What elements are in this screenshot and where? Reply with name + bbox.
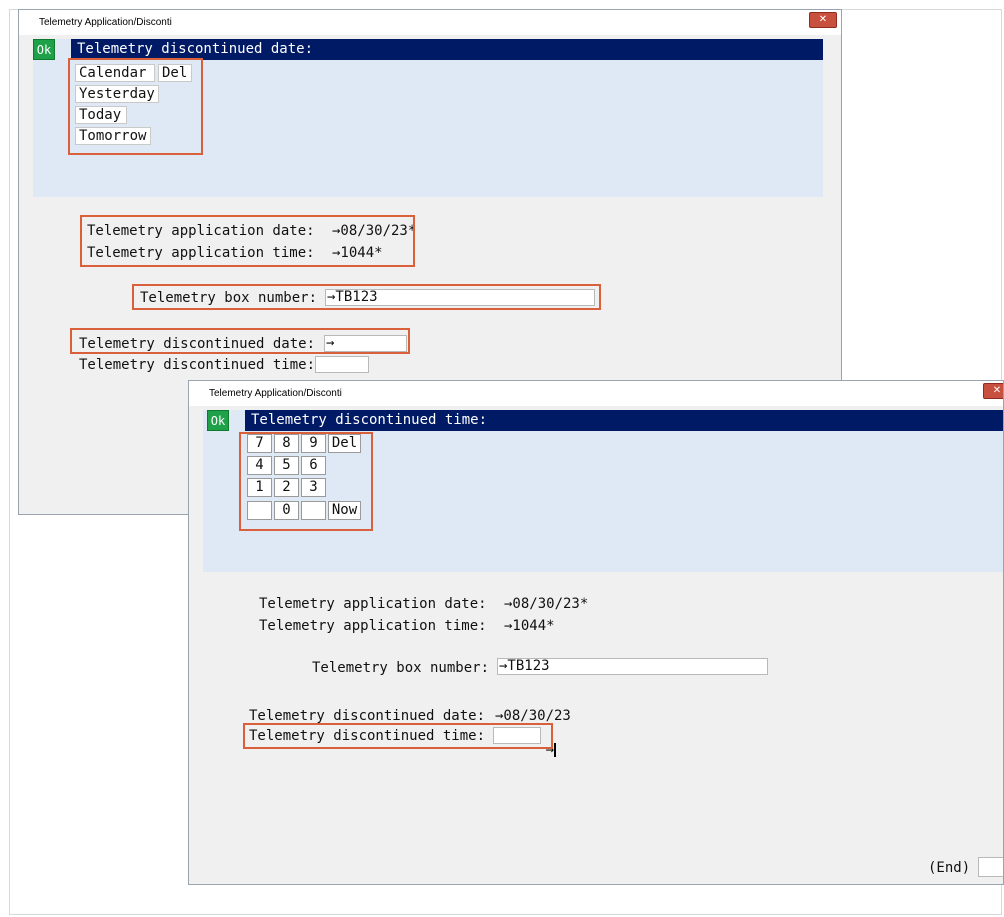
- disc-date-label: Telemetry discontinued date:: [249, 708, 486, 724]
- key-4[interactable]: 4: [247, 456, 272, 475]
- window-time-picker: Telemetry Application/Disconti ✕ Ok Tele…: [188, 380, 1004, 885]
- ok-button[interactable]: Ok: [33, 39, 55, 60]
- key-2[interactable]: 2: [274, 478, 299, 497]
- window-title: Telemetry Application/Disconti: [19, 10, 841, 35]
- close-button[interactable]: ✕: [809, 12, 837, 28]
- app-time-label: Telemetry application time:: [87, 245, 315, 261]
- disc-date-field[interactable]: →: [324, 335, 407, 352]
- key-6[interactable]: 6: [301, 456, 326, 475]
- box-number-field[interactable]: →TB123: [325, 289, 595, 306]
- box-number-label: Telemetry box number:: [312, 660, 490, 676]
- key-5[interactable]: 5: [274, 456, 299, 475]
- app-time-label: Telemetry application time:: [259, 618, 487, 634]
- disc-date-label: Telemetry discontinued date:: [79, 336, 316, 352]
- text-cursor: [554, 743, 557, 757]
- now-button[interactable]: Now: [328, 501, 361, 520]
- app-date-value: →08/30/23*: [332, 223, 417, 239]
- date-picker-panel: [33, 39, 823, 197]
- window-content: Ok Telemetry discontinued time: 7 8 9 De…: [189, 406, 1003, 884]
- disc-time-field[interactable]: [315, 356, 369, 373]
- disc-time-label: Telemetry discontinued time:: [249, 728, 486, 744]
- app-date-label: Telemetry application date:: [87, 223, 315, 239]
- option-tomorrow[interactable]: Tomorrow: [75, 127, 151, 145]
- del-button[interactable]: Del: [328, 434, 361, 453]
- key-9[interactable]: 9: [301, 434, 326, 453]
- disc-time-label: Telemetry discontinued time:: [79, 357, 316, 373]
- app-date-label: Telemetry application date:: [259, 596, 487, 612]
- key-blank-right[interactable]: [301, 501, 326, 520]
- key-3[interactable]: 3: [301, 478, 326, 497]
- end-label: (End): [928, 860, 971, 876]
- app-time-value: →1044*: [504, 618, 555, 634]
- window-title: Telemetry Application/Disconti: [189, 381, 1003, 406]
- close-button[interactable]: ✕: [983, 383, 1003, 399]
- app-time-value: →1044*: [332, 245, 383, 261]
- app-date-value: →08/30/23*: [504, 596, 589, 612]
- disc-date-value: →08/30/23: [495, 708, 571, 724]
- end-field[interactable]: [978, 857, 1003, 877]
- disc-time-field[interactable]: →: [493, 727, 557, 758]
- option-calendar[interactable]: Calendar: [75, 64, 155, 82]
- del-button[interactable]: Del: [158, 64, 192, 82]
- key-blank-left[interactable]: [247, 501, 272, 520]
- key-8[interactable]: 8: [274, 434, 299, 453]
- key-0[interactable]: 0: [274, 501, 299, 520]
- disc-time-value: →: [545, 742, 555, 758]
- prompt-bar: Telemetry discontinued date:: [71, 39, 823, 60]
- key-1[interactable]: 1: [247, 478, 272, 497]
- ok-button[interactable]: Ok: [207, 410, 229, 431]
- box-number-field[interactable]: →TB123: [497, 658, 768, 675]
- box-number-label: Telemetry box number:: [140, 290, 318, 306]
- option-today[interactable]: Today: [75, 106, 127, 124]
- prompt-bar: Telemetry discontinued time:: [245, 410, 1003, 431]
- key-7[interactable]: 7: [247, 434, 272, 453]
- option-yesterday[interactable]: Yesterday: [75, 85, 159, 103]
